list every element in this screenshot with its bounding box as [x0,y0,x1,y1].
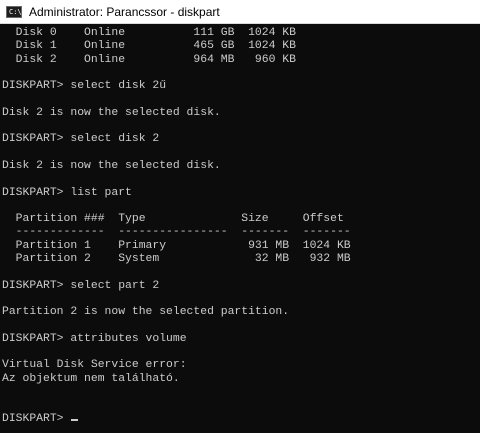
console-line: ------------- ---------------- ------- -… [2,226,351,239]
console-line: DISKPART> select disk 2ű [2,80,167,93]
console-line: Disk 2 Online 964 MB 960 KB [2,53,296,66]
console-line: Partition ### Type Size Offset [2,213,344,226]
console-line: Az objektum nem található. [2,372,180,385]
prompt-text: DISKPART> [2,412,71,425]
command-prompt-icon: C:\ [6,5,22,18]
text-cursor [71,418,79,421]
prompt-line[interactable]: DISKPART> [2,413,480,426]
console-line: DISKPART> select part 2 [2,279,160,292]
console-line: Virtual Disk Service error: [2,359,187,372]
title-bar[interactable]: C:\ Administrator: Parancssor - diskpart [0,0,480,24]
console-line: Partition 2 is now the selected partitio… [2,306,290,319]
console-line: Disk 1 Online 465 GB 1024 KB [2,40,296,53]
window-title: Administrator: Parancssor - diskpart [29,4,220,19]
console-line: Disk 2 is now the selected disk. [2,159,221,172]
console-lines: Disk 0 Online 111 GB 1024 KB Disk 1 Onli… [2,27,480,413]
console-line: Disk 0 Online 111 GB 1024 KB [2,27,296,39]
console-line: DISKPART> list part [2,186,132,199]
console-line: Partition 1 Primary 931 MB 1024 KB [2,239,351,252]
console-line: DISKPART> attributes volume [2,332,187,345]
console-window: C:\ Administrator: Parancssor - diskpart… [0,0,480,433]
console-output[interactable]: Disk 0 Online 111 GB 1024 KB Disk 1 Onli… [0,24,480,433]
console-line: Disk 2 is now the selected disk. [2,106,221,119]
console-line: DISKPART> select disk 2 [2,133,160,146]
console-line: Partition 2 System 32 MB 932 MB [2,253,351,266]
